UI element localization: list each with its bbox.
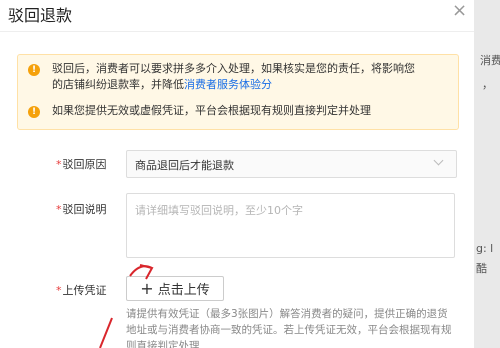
annotation-marks <box>99 264 154 348</box>
background-text: g: l <box>476 242 494 255</box>
background-text: ， <box>482 78 493 91</box>
background-page: 消费 ， g: l 酷 <box>472 0 500 348</box>
reject-refund-dialog: 驳回退款 × ! 驳回后，消费者可以要求拼多多介入处理，如果核实是您的责任，将影… <box>0 0 474 348</box>
background-text: 酷 <box>476 262 487 275</box>
background-text: 消费 <box>480 54 500 67</box>
annotation-stroke <box>99 317 113 348</box>
